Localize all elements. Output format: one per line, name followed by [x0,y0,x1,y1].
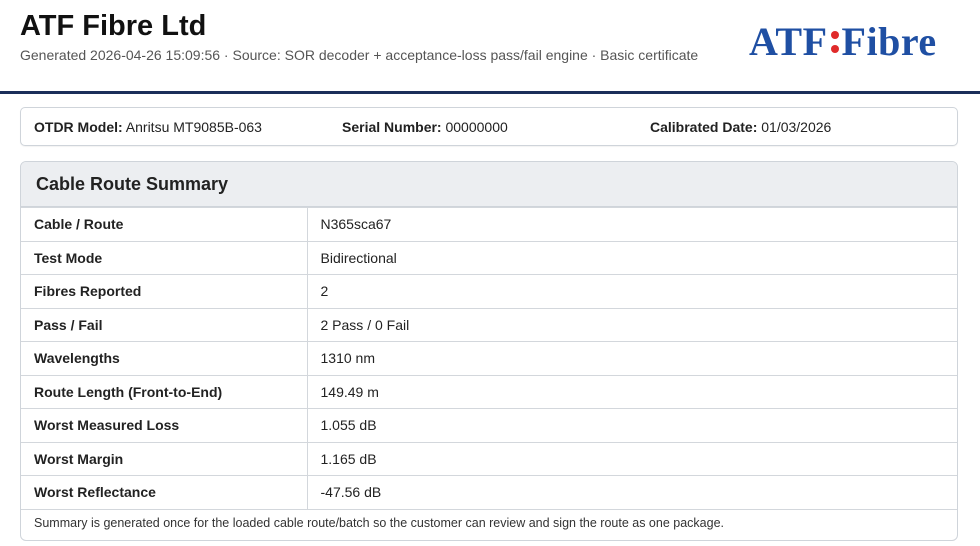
table-row: Test Mode Bidirectional [21,240,957,275]
logo-text-left: ATF [749,19,828,64]
report-header: ATF Fibre Ltd Generated 2026-04-26 15:09… [0,0,980,94]
summary-note: Summary is generated once for the loaded… [34,516,724,530]
table-row: Fibres Reported 2 [21,274,957,309]
calibrated-date-value: 01/03/2026 [761,119,832,135]
generated-info: Generated 2026-04-26 15:09:56 · Source: … [20,47,699,63]
otdr-model-value: Anritsu MT9085B-063 [125,119,262,135]
table-row: Pass / Fail 2 Pass / 0 Fail [21,307,957,342]
summary-title: Cable Route Summary [36,174,229,194]
row-value: N365sca67 [306,207,957,242]
otdr-model-label: OTDR Model: [34,119,123,135]
table-row: Worst Measured Loss 1.055 dB [21,408,957,443]
row-label: Test Mode [21,240,308,275]
row-label: Worst Measured Loss [21,408,308,443]
row-value: 149.49 m [306,374,957,409]
row-label: Wavelengths [21,341,308,376]
table-row: Worst Margin 1.165 dB [21,441,957,476]
table-row: Cable / Route N365sca67 [21,207,957,242]
row-label: Pass / Fail [21,307,308,342]
company-logo: ATF Fibre [749,20,961,64]
cable-route-summary: Cable Route Summary Cable / Route N365sca… [20,161,958,541]
row-value: 2 Pass / 0 Fail [306,307,957,342]
row-label: Cable / Route [21,207,308,242]
row-value: 1.055 dB [306,408,957,443]
table-row: Route Length (Front-to-End) 149.49 m [21,374,957,409]
row-value: 1.165 dB [306,441,957,476]
device-info-bar: OTDR Model: Anritsu MT9085B-063 Serial N… [20,107,958,146]
row-label: Route Length (Front-to-End) [21,374,308,409]
calibrated-date: Calibrated Date: 01/03/2026 [650,119,831,135]
logo-text-right: Fibre [841,19,937,64]
logo-dots-icon [829,20,841,64]
table-row: Wavelengths 1310 nm [21,341,957,376]
row-label: Worst Margin [21,441,308,476]
row-value: -47.56 dB [306,475,957,510]
row-label: Fibres Reported [21,274,308,309]
summary-header: Cable Route Summary [21,162,957,207]
serial-number-value: 00000000 [445,119,508,135]
otdr-model: OTDR Model: Anritsu MT9085B-063 [34,119,262,135]
row-value: 2 [306,274,957,309]
row-value: Bidirectional [306,240,957,275]
serial-number: Serial Number: 00000000 [342,119,508,135]
serial-number-label: Serial Number: [342,119,442,135]
table-row: Worst Reflectance -47.56 dB [21,475,957,510]
summary-table: Cable / Route N365sca67 Test Mode Bidirect… [21,207,957,510]
row-value: 1310 nm [306,341,957,376]
row-label: Worst Reflectance [21,475,308,510]
company-name: ATF Fibre Ltd [20,10,207,42]
calibrated-date-label: Calibrated Date: [650,119,758,135]
